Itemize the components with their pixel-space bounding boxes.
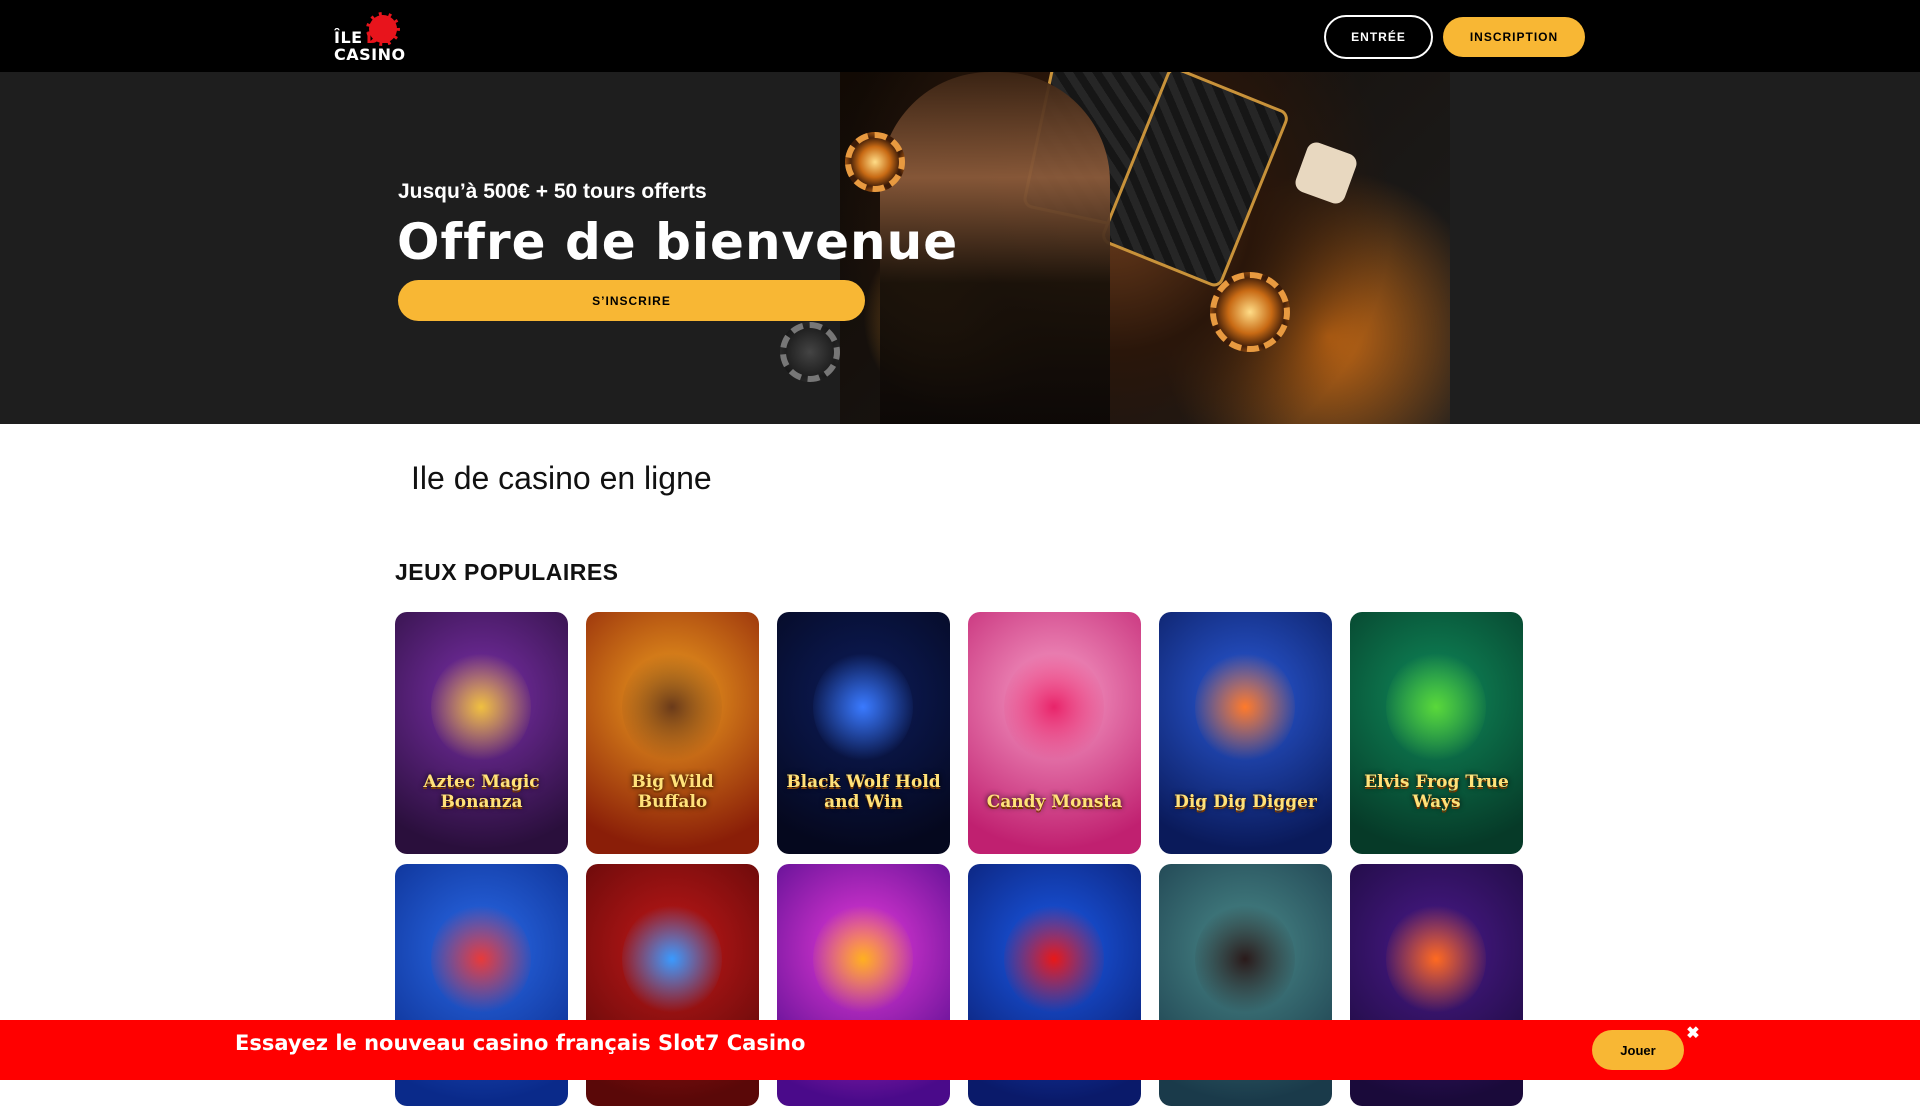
hero-title: Offre de bienvenue: [397, 213, 959, 271]
game-title: Dig Dig Digger: [1174, 792, 1317, 812]
game-tile[interactable]: Big Wild Buffalo: [586, 612, 759, 854]
game-artwork: [1386, 904, 1486, 1014]
promo-play-button[interactable]: Jouer: [1592, 1030, 1684, 1070]
popular-games-title: JEUX POPULAIRES: [395, 559, 619, 585]
game-tile[interactable]: Candy Monsta: [968, 612, 1141, 854]
top-navigation-bar: ÎLE DE CASINO ENTRÉE INSCRIPTION: [0, 0, 1920, 72]
logo-word-casino: CASINO: [334, 45, 406, 64]
game-artwork: [1195, 652, 1295, 762]
hero-subtitle: Jusqu’à 500€ + 50 tours offerts: [398, 180, 707, 203]
game-tile[interactable]: Dig Dig Digger: [1159, 612, 1332, 854]
register-button[interactable]: INSCRIPTION: [1443, 17, 1585, 57]
casino-chip-decoration: [780, 322, 840, 382]
page-title: Ile de casino en ligne: [411, 460, 712, 496]
game-artwork: [1004, 652, 1104, 762]
game-tile[interactable]: Black Wolf Hold and Win: [777, 612, 950, 854]
game-title: Big Wild Buffalo: [631, 772, 714, 812]
game-artwork: [813, 904, 913, 1014]
casino-chip-decoration: [1210, 272, 1290, 352]
game-artwork: [1195, 904, 1295, 1014]
login-button[interactable]: ENTRÉE: [1324, 15, 1433, 59]
promo-text: Essayez le nouveau casino français Slot7…: [235, 1031, 806, 1055]
game-title: Aztec Magic Bonanza: [423, 772, 540, 812]
game-tile[interactable]: Elvis Frog True Ways: [1350, 612, 1523, 854]
game-tile[interactable]: Aztec Magic Bonanza: [395, 612, 568, 854]
site-logo[interactable]: ÎLE DE CASINO: [334, 12, 412, 64]
game-artwork: [813, 652, 913, 762]
game-artwork: [1004, 904, 1104, 1014]
game-artwork: [622, 904, 722, 1014]
game-artwork: [622, 652, 722, 762]
game-title: Elvis Frog True Ways: [1364, 772, 1509, 812]
game-artwork: [1386, 652, 1486, 762]
game-artwork: [431, 904, 531, 1014]
game-artwork: [431, 652, 531, 762]
close-icon[interactable]: ✖: [1684, 1024, 1702, 1042]
game-title: Candy Monsta: [986, 792, 1123, 812]
casino-chip-decoration: [845, 132, 905, 192]
game-title: Black Wolf Hold and Win: [786, 772, 941, 812]
hero-banner: [0, 72, 1920, 424]
signup-cta-button[interactable]: S’INSCRIRE: [398, 280, 865, 321]
